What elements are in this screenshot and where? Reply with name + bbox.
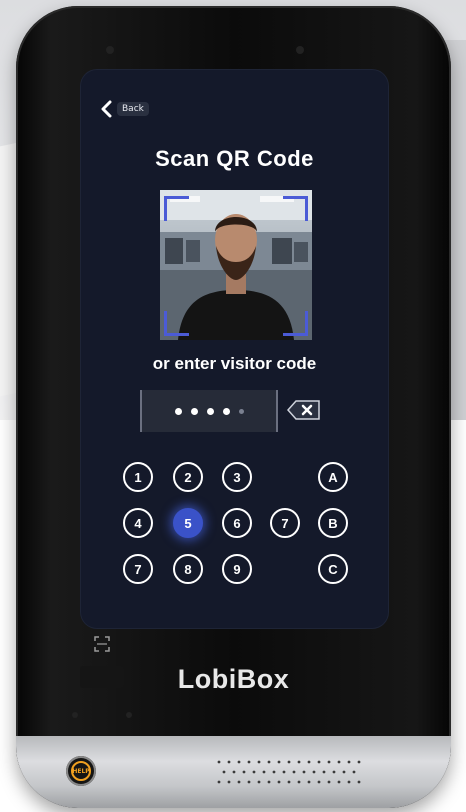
code-dot-filled <box>174 407 182 415</box>
speaker-grille-icon <box>217 760 361 784</box>
key-1[interactable]: 1 <box>123 462 153 492</box>
front-sensor <box>106 46 114 54</box>
help-button[interactable]: HELP <box>66 756 96 786</box>
scan-frame-icon <box>94 636 110 652</box>
back-button[interactable]: Back <box>99 100 149 118</box>
key-3[interactable]: 3 <box>222 462 252 492</box>
scan-frame-corner <box>283 311 308 336</box>
key-c[interactable]: C <box>318 554 348 584</box>
indicator-dot <box>126 712 132 718</box>
code-dot-filled <box>190 407 198 415</box>
key-2[interactable]: 2 <box>173 462 203 492</box>
front-sensor <box>296 46 304 54</box>
backspace-icon[interactable] <box>287 400 321 420</box>
page-title: Scan QR Code <box>155 146 314 171</box>
chevron-left-icon <box>101 100 112 118</box>
kiosk-device: Back Scan QR Code or enter visitor code … <box>16 6 451 808</box>
key-4[interactable]: 4 <box>123 508 153 538</box>
indicator-dot <box>72 712 78 718</box>
key-a[interactable]: A <box>318 462 348 492</box>
key-7[interactable]: 7 <box>123 554 153 584</box>
scan-frame-corner <box>164 196 189 221</box>
scan-frame-corner <box>283 196 308 221</box>
visitor-code-input[interactable] <box>140 390 278 432</box>
brand-logo: LobiBox <box>177 664 290 694</box>
key-7[interactable]: 7 <box>270 508 300 538</box>
code-dot-empty <box>238 408 244 414</box>
scan-frame-corner <box>164 311 189 336</box>
key-9[interactable]: 9 <box>222 554 252 584</box>
key-b[interactable]: B <box>318 508 348 538</box>
kiosk-screen: Back Scan QR Code or enter visitor code … <box>81 70 388 628</box>
help-icon: HELP <box>71 761 91 781</box>
back-label: Back <box>117 102 149 116</box>
code-dot-filled <box>222 407 230 415</box>
key-8[interactable]: 8 <box>173 554 203 584</box>
key-6[interactable]: 6 <box>222 508 252 538</box>
visitor-code-prompt: or enter visitor code <box>152 354 317 373</box>
camera-preview <box>160 190 312 340</box>
key-5[interactable]: 5 <box>173 508 203 538</box>
code-dot-filled <box>206 407 214 415</box>
device-base: HELP <box>16 736 451 808</box>
